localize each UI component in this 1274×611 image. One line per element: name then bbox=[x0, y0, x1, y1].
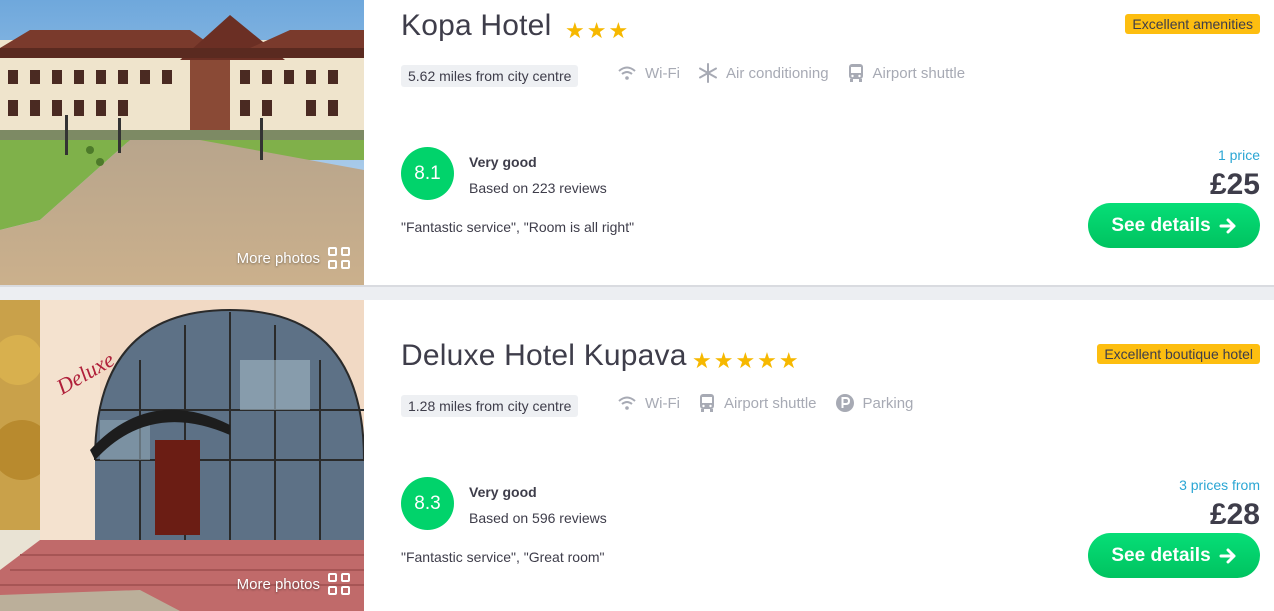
hotel-badge: Excellent boutique hotel bbox=[1097, 344, 1260, 364]
more-photos-button[interactable]: More photos bbox=[237, 573, 350, 595]
bus-icon bbox=[699, 394, 714, 412]
price-count-link[interactable]: 3 prices from bbox=[1179, 477, 1260, 493]
see-details-label: See details bbox=[1111, 544, 1211, 566]
hotel-photo-image bbox=[0, 0, 364, 285]
hotel-name[interactable]: Kopa Hotel bbox=[401, 9, 551, 43]
arrow-right-icon bbox=[1219, 218, 1236, 233]
more-photos-label: More photos bbox=[236, 575, 320, 593]
review-count: Based on 596 reviews bbox=[469, 510, 607, 526]
distance-label: 5.62 miles from city centre bbox=[401, 65, 579, 87]
review-score: 8.1 bbox=[401, 147, 454, 200]
price-count-link[interactable]: 1 price bbox=[1218, 147, 1260, 163]
rating-label: Very good bbox=[469, 484, 537, 500]
review-quote: "Fantastic service", "Room is all right" bbox=[401, 219, 635, 235]
hotel-badge: Excellent amenities bbox=[1125, 14, 1260, 34]
amenity-label: Airport shuttle bbox=[723, 394, 817, 412]
amenity-item: Wi-Fi bbox=[617, 395, 680, 412]
more-photos-label: More photos bbox=[236, 249, 320, 267]
amenity-item: Wi-Fi bbox=[617, 65, 680, 82]
review-quote: "Fantastic service", "Great room" bbox=[401, 549, 605, 565]
snowflake-icon bbox=[698, 63, 717, 83]
price-label: £25 bbox=[1209, 168, 1260, 201]
hotel-photo[interactable]: More photos bbox=[0, 0, 364, 285]
amenity-label: Air conditioning bbox=[725, 64, 829, 82]
more-photos-button[interactable]: More photos bbox=[237, 247, 350, 269]
wifi-icon bbox=[618, 66, 636, 80]
amenity-label: Parking bbox=[862, 394, 914, 412]
card-separator bbox=[0, 285, 1274, 300]
star-rating: ★★★ bbox=[565, 18, 631, 43]
gallery-grid-icon bbox=[328, 247, 350, 269]
see-details-label: See details bbox=[1111, 214, 1211, 236]
bus-icon bbox=[848, 64, 863, 82]
rating-summary: Very good Based on 223 reviews bbox=[469, 154, 607, 196]
amenities-list: Wi-Fi Air conditioning Airport shuttle bbox=[617, 63, 965, 83]
review-score: 8.3 bbox=[401, 477, 454, 530]
star-rating: ★★★★★ bbox=[692, 348, 801, 373]
hotel-card: More photos Kopa Hotel ★★★ Excellent ame… bbox=[0, 0, 1274, 285]
parking-icon bbox=[835, 394, 854, 412]
hotel-photo[interactable]: Deluxe More photos bbox=[0, 300, 364, 611]
amenity-item: Airport shuttle bbox=[847, 63, 966, 83]
see-details-button[interactable]: See details bbox=[1088, 533, 1260, 578]
wifi-icon bbox=[618, 396, 636, 410]
review-count: Based on 223 reviews bbox=[469, 180, 607, 196]
rating-summary: Very good Based on 596 reviews bbox=[469, 484, 607, 526]
hotel-photo-image: Deluxe bbox=[0, 300, 364, 611]
amenities-list: Wi-Fi Airport shuttle Parking bbox=[617, 393, 913, 413]
rating-label: Very good bbox=[469, 154, 537, 170]
arrow-right-icon bbox=[1219, 548, 1236, 563]
price-label: £28 bbox=[1209, 498, 1260, 531]
see-details-button[interactable]: See details bbox=[1088, 203, 1260, 248]
amenity-label: Wi-Fi bbox=[645, 394, 680, 412]
amenity-item: Parking bbox=[835, 393, 914, 413]
hotel-card: Deluxe More photos Deluxe Hotel Kupava ★… bbox=[0, 300, 1274, 611]
gallery-grid-icon bbox=[328, 573, 350, 595]
amenity-item: Air conditioning bbox=[698, 63, 829, 83]
amenity-label: Wi-Fi bbox=[645, 64, 680, 82]
amenity-item: Airport shuttle bbox=[698, 393, 817, 413]
distance-label: 1.28 miles from city centre bbox=[401, 395, 579, 417]
amenity-label: Airport shuttle bbox=[872, 64, 966, 82]
hotel-name[interactable]: Deluxe Hotel Kupava bbox=[401, 339, 687, 373]
